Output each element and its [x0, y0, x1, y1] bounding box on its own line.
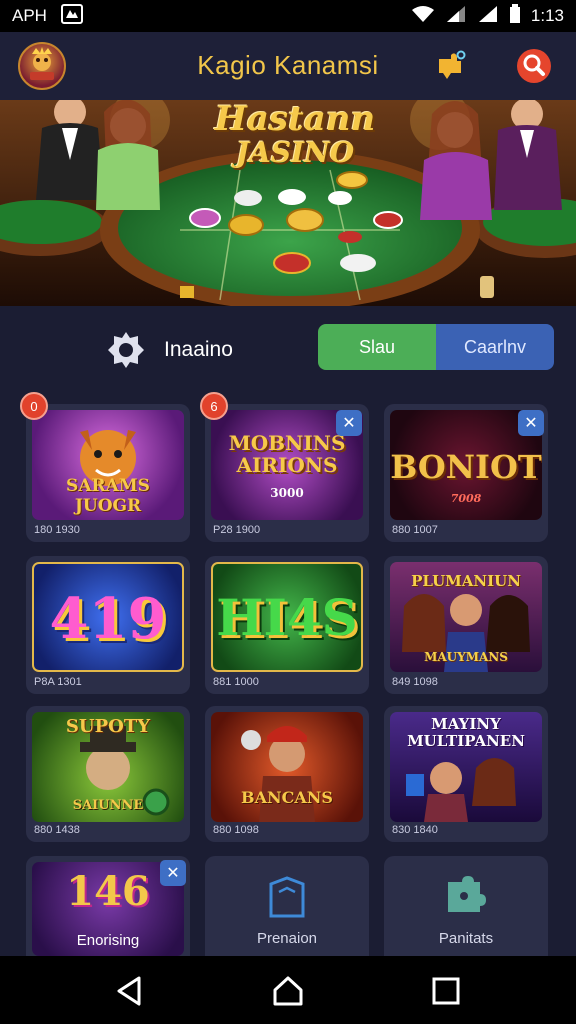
filter-row: Inaaino Slau Caarlnv: [0, 306, 576, 386]
close-icon[interactable]: ✕: [518, 410, 544, 436]
game-meta: P8A 1301: [34, 676, 82, 688]
menu-card-prenaion[interactable]: Prenaion: [205, 856, 369, 956]
game-thumbnail: 419: [32, 562, 184, 672]
game-thumbnail: PLUMANIUN MAUYMANS: [390, 562, 542, 672]
game-meta: 830 1840: [392, 824, 438, 836]
wifi-icon: [411, 5, 435, 28]
menu-card-panitats[interactable]: Panitats: [384, 856, 548, 956]
game-thumbnail: SUPOTY SAIUNNE: [32, 712, 184, 822]
puzzle-icon[interactable]: [432, 48, 468, 84]
game-card[interactable]: PLUMANIUN MAUYMANS 849 1098: [384, 556, 548, 694]
shield-icon: [267, 876, 307, 925]
game-meta: 849 1098: [392, 676, 438, 688]
recents-icon[interactable]: [429, 974, 463, 1008]
game-meta: 880 1438: [34, 824, 80, 836]
battery-icon: [509, 3, 521, 29]
clock-label: 1:13: [530, 6, 564, 25]
game-card[interactable]: BANCANS 880 1098: [205, 706, 369, 842]
game-card[interactable]: SARAMS JUOGR 180 1930: [26, 404, 190, 542]
search-icon[interactable]: [516, 48, 552, 84]
gear-icon[interactable]: [104, 328, 148, 372]
game-thumbnail: SARAMS JUOGR: [32, 410, 184, 520]
game-meta: 881 1000: [213, 676, 259, 688]
game-card[interactable]: HI4S 881 1000: [205, 556, 369, 694]
notification-badge: 6: [200, 392, 228, 420]
game-card[interactable]: 419 P8A 1301: [26, 556, 190, 694]
home-icon[interactable]: [271, 974, 305, 1008]
app-header: Kagio Kanamsi: [0, 32, 576, 100]
signal-icon: [445, 5, 467, 28]
status-bar: APH 1:13: [0, 0, 576, 32]
game-card[interactable]: SUPOTY SAIUNNE 880 1438: [26, 706, 190, 842]
segment-control: Slau Caarlnv: [318, 324, 554, 370]
game-meta: 180 1930: [34, 524, 80, 536]
close-icon[interactable]: ✕: [336, 410, 362, 436]
game-thumbnail: BANCANS: [211, 712, 363, 822]
game-grid: SARAMS JUOGR 180 1930 0 MOBNINS AIRIONS …: [0, 386, 576, 956]
back-icon[interactable]: [113, 974, 147, 1008]
puzzle-piece-icon: [444, 876, 488, 921]
game-meta: P28 1900: [213, 524, 261, 536]
notification-badge: 0: [20, 392, 48, 420]
game-card[interactable]: MAYINY MULTIPANEN 830 1840: [384, 706, 548, 842]
game-meta: 880 1098: [213, 824, 259, 836]
hero-banner[interactable]: Hastann JASINO: [0, 100, 576, 306]
menu-label: Prenaion: [256, 930, 318, 947]
notification-icon: [60, 3, 83, 29]
signal2-icon: [477, 5, 499, 28]
menu-label: Panitats: [438, 930, 494, 947]
banner-title: Hastann JASINO: [214, 100, 376, 169]
game-thumbnail: MAYINY MULTIPANEN: [390, 712, 542, 822]
carrier-label: APH: [12, 6, 47, 25]
segment-slau[interactable]: Slau: [318, 324, 436, 370]
system-nav-bar: [0, 956, 576, 1024]
app-title: Kagio Kanamsi: [197, 50, 379, 80]
game-thumbnail: HI4S: [211, 562, 363, 672]
close-icon[interactable]: ✕: [160, 860, 186, 886]
game-meta: 880 1007: [392, 524, 438, 536]
segment-caarlnv[interactable]: Caarlnv: [436, 324, 554, 370]
category-label: Inaaino: [164, 338, 233, 361]
